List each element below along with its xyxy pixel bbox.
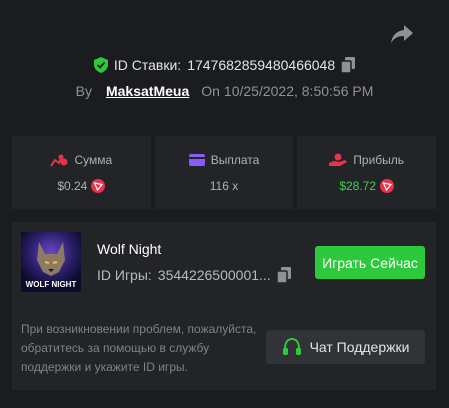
wallet-icon: [188, 153, 205, 166]
stat-payout: Выплата 116 x: [154, 136, 294, 209]
game-name: Wolf Night: [97, 241, 162, 257]
game-id-value: 3544226500001...: [157, 267, 271, 283]
bet-datetime: 10/25/2022, 8:50:56 PM: [223, 83, 374, 99]
username-link[interactable]: MaksatMeua: [106, 83, 189, 99]
copy-icon[interactable]: [341, 57, 356, 73]
game-id-row: ID Игры: 3544226500001...: [97, 267, 291, 283]
coins-icon: [50, 154, 68, 167]
hand-coin-icon: [329, 153, 348, 166]
stat-profit: Прибыль $28.72: [297, 136, 437, 209]
by-label: By: [75, 83, 92, 99]
play-now-button[interactable]: Играть Сейчас: [315, 246, 425, 279]
thumb-title: WOLF NIGHT: [26, 280, 77, 289]
amount-label: Сумма: [74, 152, 113, 167]
profit-label: Прибыль: [353, 152, 405, 167]
bet-id-row: ID Ставки: 1747682859480466048: [0, 55, 449, 75]
bet-meta-row: By MaksatMeua On 10/25/2022, 8:50:56 PM: [0, 81, 449, 101]
support-button-label: Чат Поддержки: [309, 339, 410, 355]
game-thumbnail[interactable]: WOLF NIGHT: [21, 232, 81, 292]
game-id-label: ID Игры:: [97, 267, 152, 283]
copy-icon[interactable]: [276, 267, 291, 283]
tron-icon: [91, 178, 106, 193]
on-label: On: [201, 83, 220, 99]
support-help-text: При возникновении проблем, пожалуйста, о…: [21, 322, 257, 374]
tron-icon: [380, 178, 395, 193]
wolf-night-artwork: WOLF NIGHT: [21, 232, 81, 292]
payout-value: 116 x: [209, 178, 239, 193]
bet-stats: Сумма $0.24 Выплата 116 x Прибыль $28.72: [12, 136, 437, 209]
shield-check-icon: [93, 57, 108, 73]
stat-amount: Сумма $0.24: [12, 136, 151, 209]
share-icon[interactable]: [390, 24, 414, 44]
support-chat-button[interactable]: Чат Поддержки: [266, 330, 425, 364]
profit-value: $28.72: [339, 178, 377, 193]
payout-label: Выплата: [210, 152, 260, 167]
game-card: WOLF NIGHT Wolf Night ID Игры: 354422650…: [12, 222, 436, 390]
bet-id-value: 1747682859480466048: [187, 57, 336, 73]
amount-value: $0.24: [57, 178, 88, 193]
headset-icon: [282, 338, 301, 355]
bet-id-label: ID Ставки:: [113, 57, 182, 73]
